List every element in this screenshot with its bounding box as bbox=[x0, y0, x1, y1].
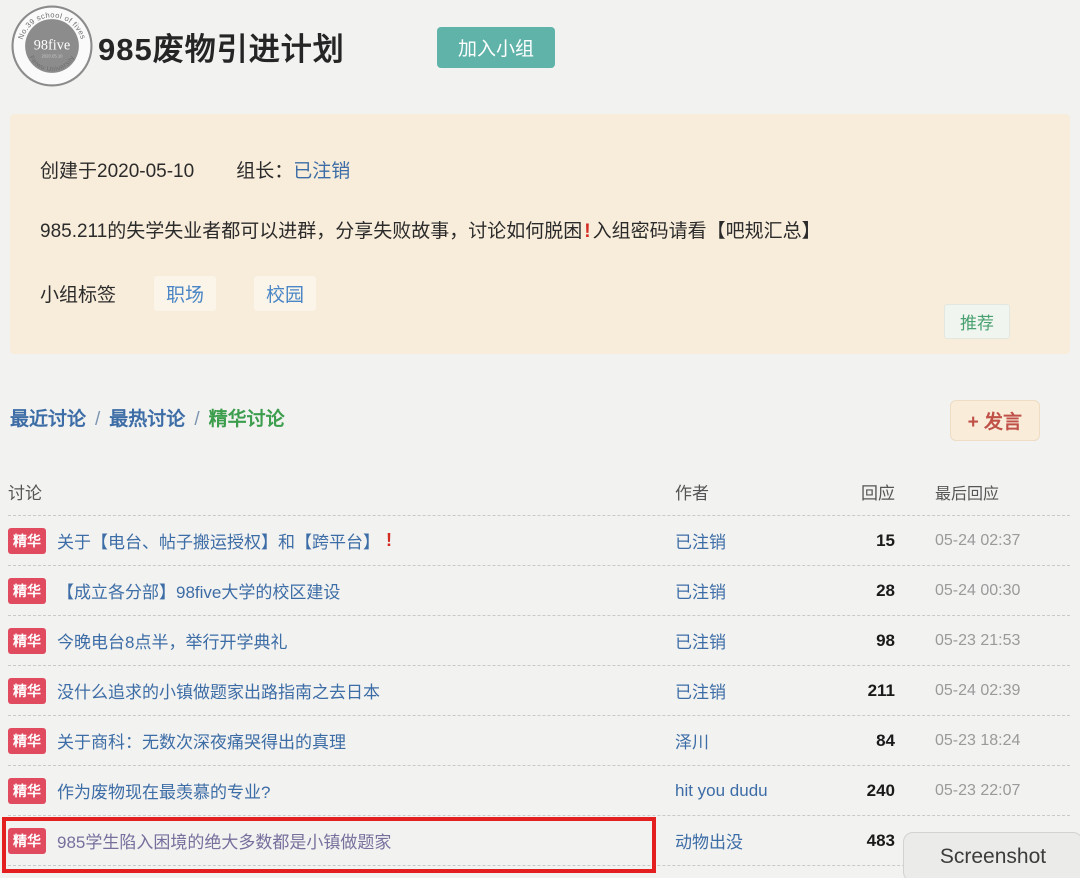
topic-link[interactable]: 985学生陷入困境的绝大多数都是小镇做题家 bbox=[57, 828, 391, 853]
tags-label: 小组标签 bbox=[40, 280, 116, 307]
author-link[interactable]: 泽川 bbox=[675, 733, 709, 752]
new-post-button[interactable]: + 发言 bbox=[950, 400, 1040, 441]
last-reply-time: 05-23 18:24 bbox=[935, 732, 1020, 749]
last-reply-time: 05-24 02:37 bbox=[935, 532, 1020, 549]
topic-link[interactable]: 作为废物现在最羡慕的专业? bbox=[57, 778, 270, 803]
topic-link[interactable]: 没什么追求的小镇做题家出路指南之去日本 bbox=[57, 678, 380, 703]
logo-center-text: 98five bbox=[34, 37, 70, 53]
tab-separator: / bbox=[86, 409, 109, 430]
header-topic: 讨论 bbox=[8, 479, 675, 504]
tab-recent-discussions[interactable]: 最近讨论 bbox=[10, 409, 86, 430]
recommend-button[interactable]: 推荐 bbox=[944, 304, 1010, 339]
author-link[interactable]: 已注销 bbox=[675, 583, 726, 602]
logo-date-text: 2020.05.10 bbox=[42, 54, 64, 59]
exclamation-icon: ! bbox=[386, 530, 392, 551]
topic-link[interactable]: 关于商科：无数次深夜痛哭得出的真理 bbox=[57, 728, 346, 753]
last-reply-time: 05-23 21:53 bbox=[935, 632, 1020, 649]
tag-workplace[interactable]: 职场 bbox=[154, 276, 216, 311]
group-logo: No.39 school of fives Feiwu University 9… bbox=[10, 4, 94, 88]
reply-count: 28 bbox=[876, 581, 895, 600]
created-date-label: 创建于2020-05-10 bbox=[40, 161, 194, 182]
discussion-table: 讨论 作者 回应 最后回应 精华 关于【电台、帖子搬运授权】和【跨平台】 ! 已… bbox=[8, 468, 1070, 866]
group-info-panel: 创建于2020-05-10 组长：已注销 985.211的失学失业者都可以进群，分… bbox=[10, 114, 1070, 354]
tab-hottest-discussions[interactable]: 最热讨论 bbox=[109, 409, 185, 430]
table-row: 精华 关于商科：无数次深夜痛哭得出的真理 泽川 84 05-23 18:24 bbox=[8, 716, 1070, 766]
tag-campus[interactable]: 校园 bbox=[254, 276, 316, 311]
description-text-before: 985.211的失学失业者都可以进群，分享失败故事，讨论如何脱困 bbox=[40, 221, 582, 242]
elite-badge: 精华 bbox=[8, 778, 46, 804]
topic-link[interactable]: 今晚电台8点半，举行开学典礼 bbox=[57, 628, 287, 653]
tab-separator: / bbox=[185, 409, 208, 430]
author-link[interactable]: 已注销 bbox=[675, 533, 726, 552]
last-reply-time: 05-24 02:39 bbox=[935, 682, 1020, 699]
header-author: 作者 bbox=[675, 479, 850, 504]
table-row: 精华 关于【电台、帖子搬运授权】和【跨平台】 ! 已注销 15 05-24 02… bbox=[8, 516, 1070, 566]
elite-badge: 精华 bbox=[8, 678, 46, 704]
reply-count: 15 bbox=[876, 531, 895, 550]
elite-badge: 精华 bbox=[8, 728, 46, 754]
tab-elite-discussions[interactable]: 精华讨论 bbox=[209, 409, 285, 430]
table-row: 精华 【成立各分部】98five大学的校区建设 已注销 28 05-24 00:… bbox=[8, 566, 1070, 616]
reply-count: 84 bbox=[876, 731, 895, 750]
discussion-tabs: 最近讨论/最热讨论/精华讨论 bbox=[10, 404, 285, 431]
screenshot-thumbnail-chip[interactable]: Screenshot bbox=[903, 832, 1080, 878]
last-reply-time: 05-23 22:07 bbox=[935, 782, 1020, 799]
elite-badge: 精华 bbox=[8, 628, 46, 654]
elite-badge: 精华 bbox=[8, 528, 46, 554]
header-replies: 回应 bbox=[850, 479, 935, 504]
table-header-row: 讨论 作者 回应 最后回应 bbox=[8, 468, 1070, 516]
description-text-after: 入组密码请看【吧规汇总】 bbox=[593, 221, 821, 242]
last-reply-time: 05-24 00:30 bbox=[935, 582, 1020, 599]
group-description: 985.211的失学失业者都可以进群，分享失败故事，讨论如何脱困!入组密码请看【… bbox=[40, 216, 1040, 243]
reply-count: 211 bbox=[868, 681, 895, 700]
table-row: 精华 今晚电台8点半，举行开学典礼 已注销 98 05-23 21:53 bbox=[8, 616, 1070, 666]
group-page: No.39 school of fives Feiwu University 9… bbox=[0, 0, 1080, 878]
group-meta-line: 创建于2020-05-10 组长：已注销 bbox=[40, 156, 1040, 183]
topic-link[interactable]: 关于【电台、帖子搬运授权】和【跨平台】 bbox=[57, 528, 380, 553]
table-row: 精华 作为废物现在最羡慕的专业? hit you dudu 240 05-23 … bbox=[8, 766, 1070, 816]
reply-count: 483 bbox=[867, 831, 895, 850]
leader-label: 组长： bbox=[236, 161, 293, 182]
screenshot-label: Screenshot bbox=[940, 845, 1046, 869]
join-group-button[interactable]: 加入小组 bbox=[437, 27, 555, 68]
table-row: 精华 没什么追求的小镇做题家出路指南之去日本 已注销 211 05-24 02:… bbox=[8, 666, 1070, 716]
elite-badge: 精华 bbox=[8, 578, 46, 604]
reply-count: 240 bbox=[867, 781, 895, 800]
author-link[interactable]: 已注销 bbox=[675, 683, 726, 702]
topic-link[interactable]: 【成立各分部】98five大学的校区建设 bbox=[57, 578, 340, 603]
reply-count: 98 bbox=[876, 631, 895, 650]
author-link[interactable]: 已注销 bbox=[675, 633, 726, 652]
header-last-reply: 最后回应 bbox=[935, 480, 1070, 504]
leader-link[interactable]: 已注销 bbox=[293, 161, 350, 182]
group-tags-row: 小组标签 职场 校园 bbox=[40, 276, 1040, 311]
page-title: 985废物引进计划 bbox=[98, 24, 345, 69]
elite-badge: 精华 bbox=[8, 828, 46, 854]
exclamation-icon: ! bbox=[582, 221, 592, 242]
author-link[interactable]: 动物出没 bbox=[675, 833, 743, 852]
author-link[interactable]: hit you dudu bbox=[675, 781, 768, 800]
